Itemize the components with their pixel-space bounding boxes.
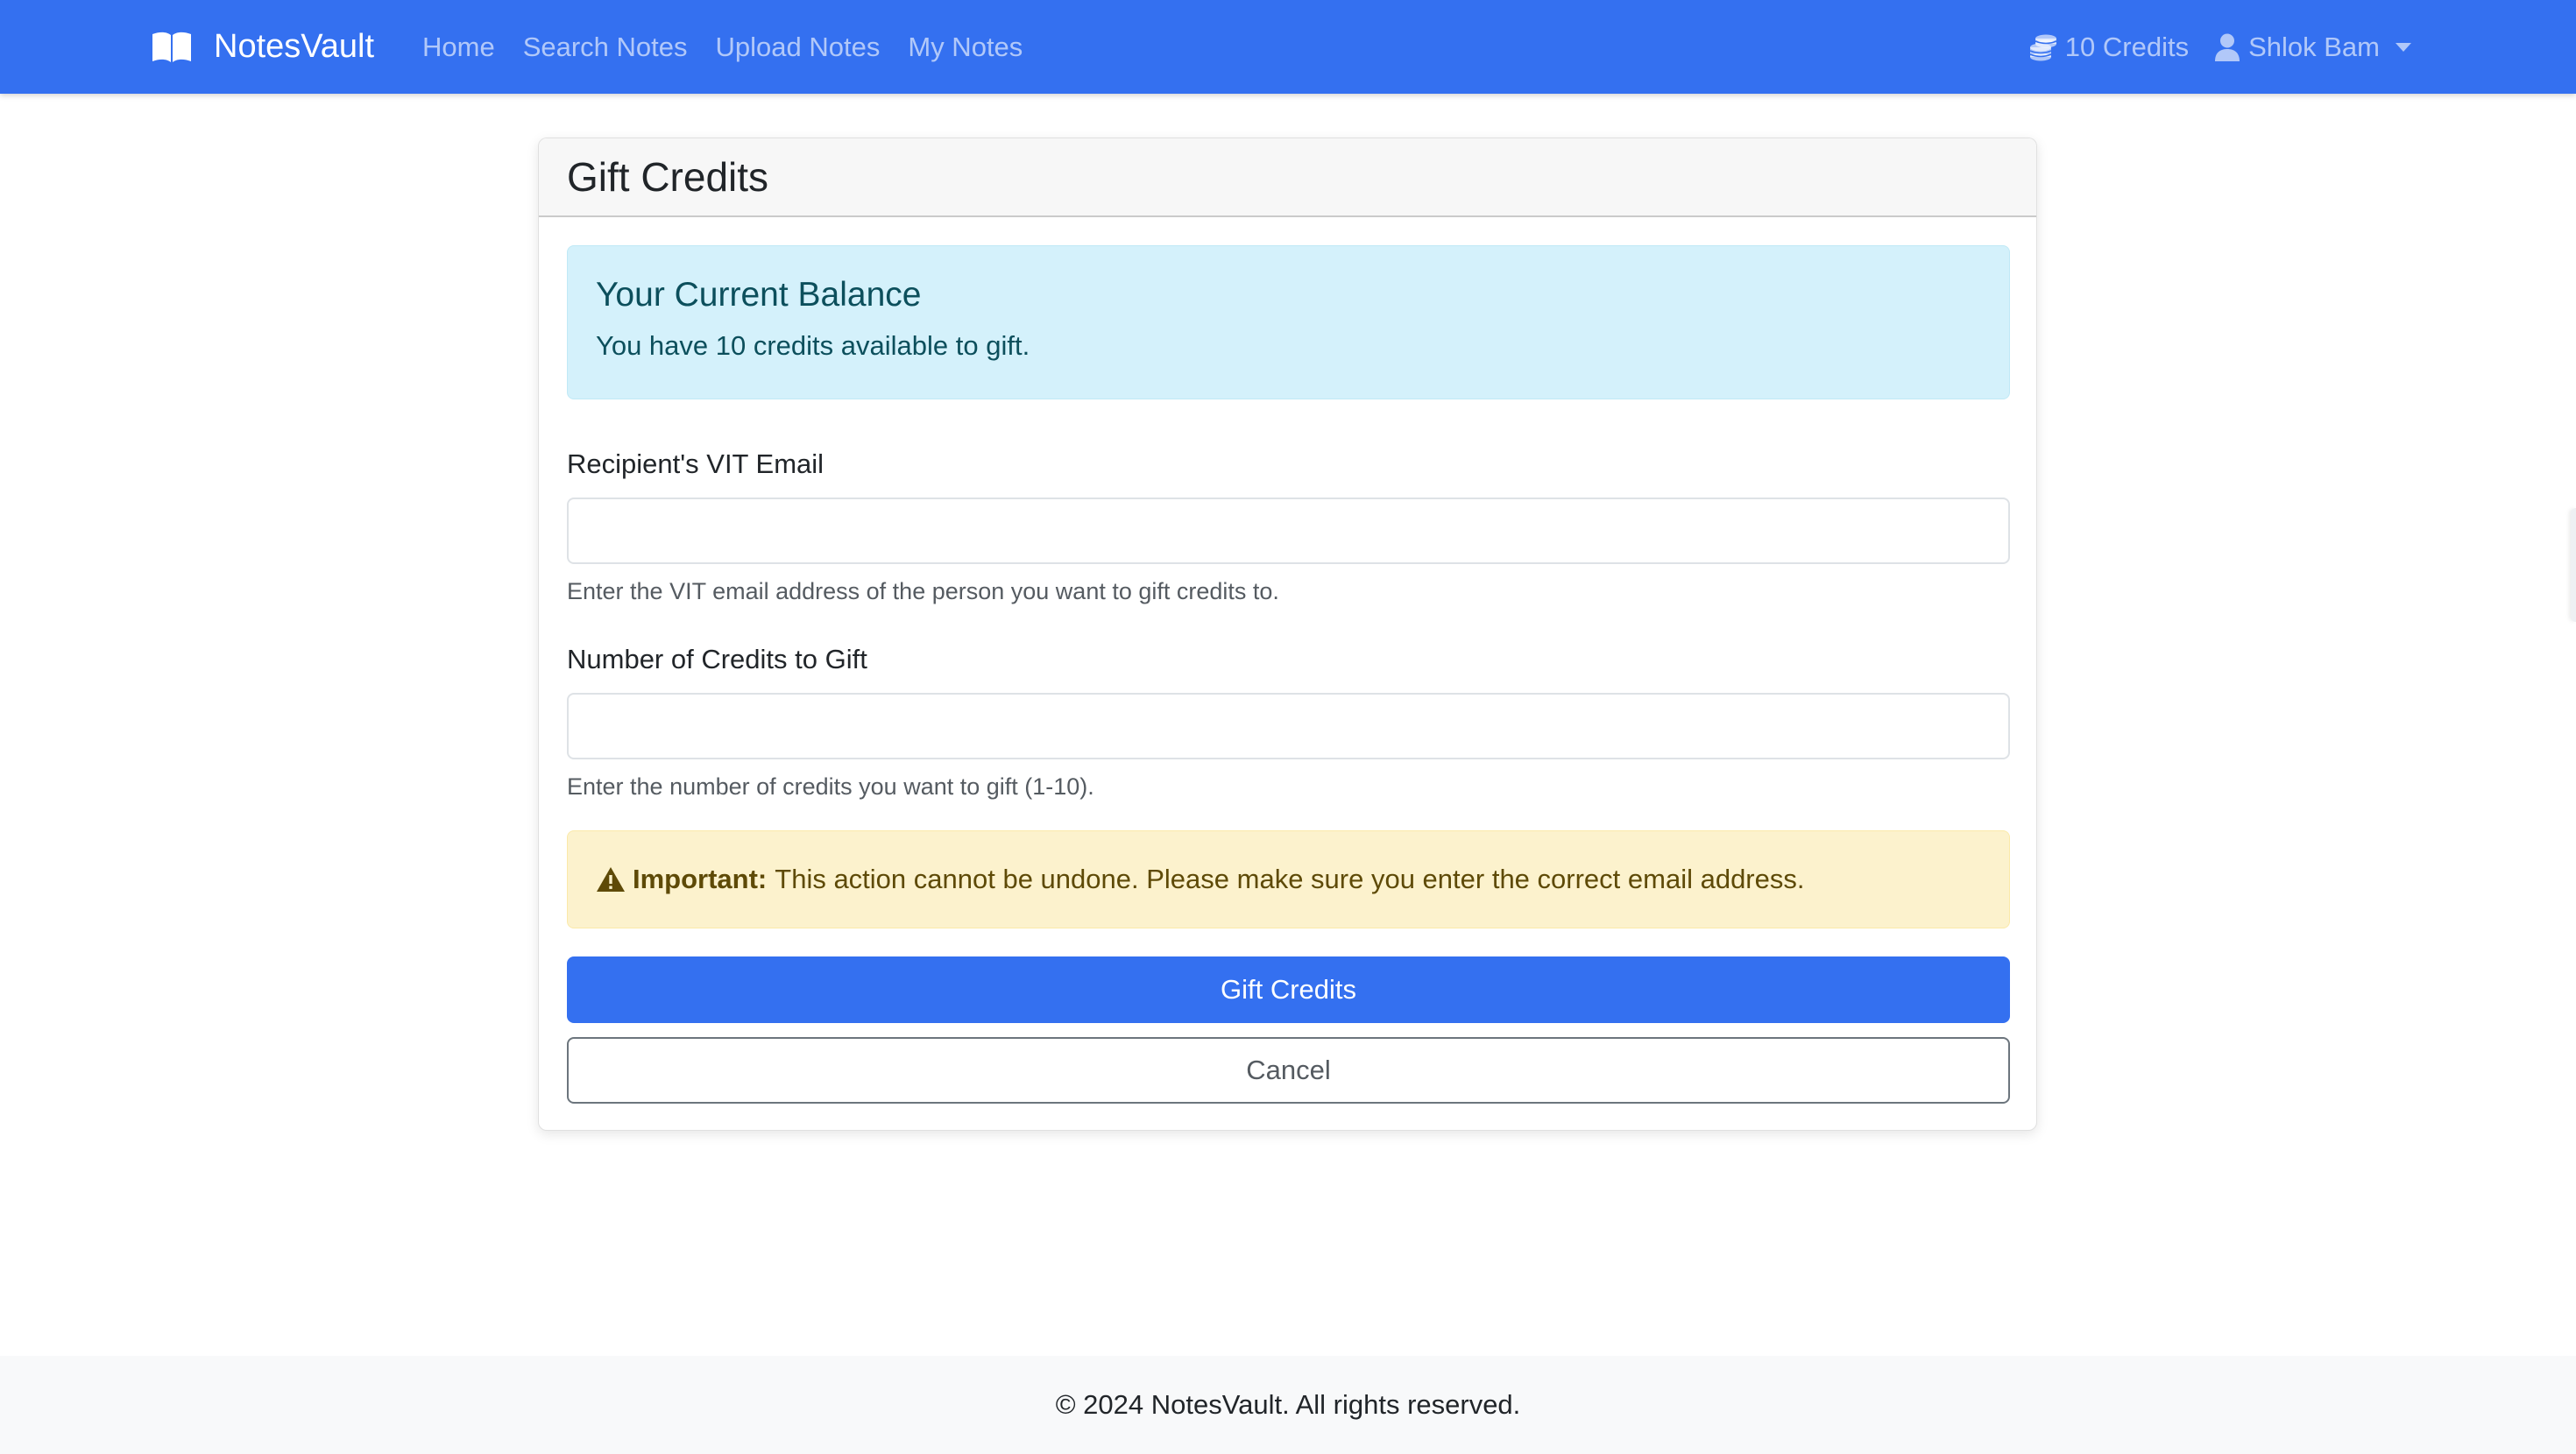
balance-alert: Your Current Balance You have 10 credits… bbox=[567, 245, 2010, 399]
page-title: Gift Credits bbox=[567, 154, 769, 200]
warning-strong-text: Important: bbox=[633, 864, 768, 894]
footer-copyright: © 2024 NotesVault. All rights reserved. bbox=[1055, 1389, 1521, 1420]
credits-display[interactable]: 10 Credits bbox=[2028, 32, 2189, 63]
coins-icon bbox=[2028, 32, 2058, 62]
email-help-text: Enter the VIT email address of the perso… bbox=[567, 578, 1279, 604]
brand-name: NotesVault bbox=[214, 28, 375, 65]
side-panel-handle[interactable] bbox=[2571, 508, 2576, 622]
brand-link[interactable]: NotesVault bbox=[151, 0, 374, 94]
balance-title: Your Current Balance bbox=[596, 276, 922, 314]
footer: © 2024 NotesVault. All rights reserved. bbox=[0, 1356, 2576, 1454]
nav-link-search-notes[interactable]: Search Notes bbox=[523, 32, 688, 63]
nav-links: Home Search Notes Upload Notes My Notes bbox=[422, 0, 1051, 94]
recipient-email-input[interactable] bbox=[567, 498, 2010, 564]
credits-help-text: Enter the number of credits you want to … bbox=[567, 773, 1094, 800]
navbar: NotesVault Home Search Notes Upload Note… bbox=[0, 0, 2576, 94]
warning-triangle-icon bbox=[596, 866, 626, 893]
credits-label-field: Number of Credits to Gift bbox=[567, 644, 867, 674]
user-name: Shlok Bam bbox=[2248, 31, 2380, 62]
warning-text: This action cannot be undone. Please mak… bbox=[775, 864, 1805, 894]
cancel-button[interactable]: Cancel bbox=[567, 1037, 2010, 1104]
book-open-icon bbox=[151, 31, 193, 64]
user-icon bbox=[2215, 33, 2240, 61]
credits-amount-input[interactable] bbox=[567, 693, 2010, 759]
nav-link-upload-notes[interactable]: Upload Notes bbox=[716, 32, 881, 63]
card-header: Gift Credits bbox=[539, 138, 2036, 217]
user-menu-toggle[interactable]: Shlok Bam bbox=[2215, 32, 2411, 63]
email-label: Recipient's VIT Email bbox=[567, 448, 824, 479]
nav-link-home[interactable]: Home bbox=[422, 32, 495, 63]
balance-text: You have 10 credits available to gift. bbox=[596, 330, 1030, 361]
nav-link-my-notes[interactable]: My Notes bbox=[908, 32, 1023, 63]
gift-credits-card: Gift Credits Your Current Balance You ha… bbox=[538, 138, 2037, 1131]
chevron-down-icon bbox=[2396, 42, 2411, 52]
card-body: Your Current Balance You have 10 credits… bbox=[539, 217, 2036, 1132]
warning-alert: Important: This action cannot be undone.… bbox=[567, 830, 2010, 928]
nav-right: 10 Credits Shlok Bam bbox=[2028, 0, 2411, 94]
gift-credits-button[interactable]: Gift Credits bbox=[567, 956, 2010, 1023]
credits-label: 10 Credits bbox=[2064, 31, 2190, 62]
